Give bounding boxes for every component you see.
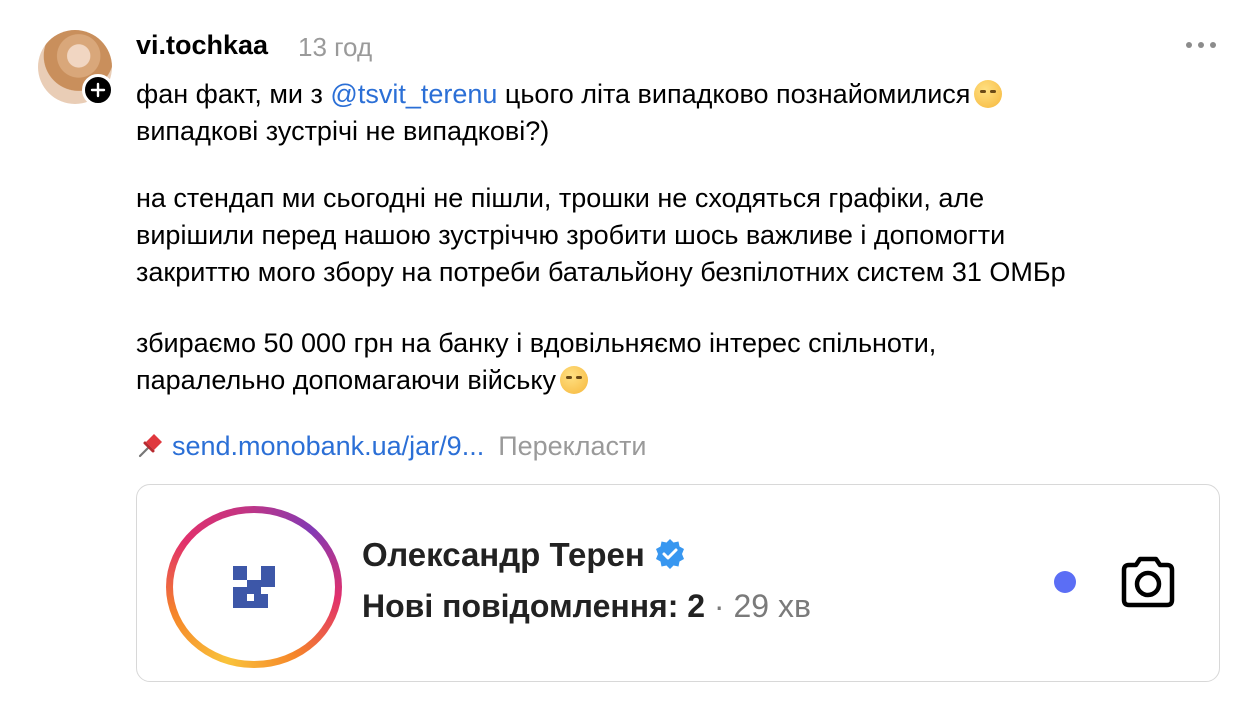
monobank-link[interactable]: send.monobank.ua/jar/9... (172, 431, 484, 461)
camera-icon[interactable] (1116, 550, 1180, 614)
paragraph-text: цього літа випадково познайомилися (497, 79, 971, 109)
plus-icon (90, 82, 106, 98)
translate-button[interactable]: Перекласти (498, 431, 646, 461)
card-name-text: Олександр Терен (362, 536, 645, 573)
paragraph-text: на стендап ми сьогодні не пішли, трошки … (136, 183, 985, 213)
paragraph-text: вирішили перед нашою зустріччю зробити ш… (136, 220, 1006, 250)
story-ring[interactable] (166, 506, 342, 668)
verified-badge-icon (655, 539, 684, 569)
post-time: 13 год (298, 32, 373, 62)
post-paragraph-2: на стендап ми сьогодні не пішли, трошки … (136, 180, 1066, 291)
link-row: send.monobank.ua/jar/9... Перекласти (136, 428, 647, 465)
paragraph-text: закриттю мого збору на потреби батальйон… (136, 257, 1066, 287)
pushpin-icon (138, 434, 162, 458)
follow-button[interactable] (82, 74, 114, 106)
new-messages-label: Нові повідомлення: 2 (362, 588, 706, 624)
paragraph-text: збираємо 50 000 грн на банку і вдовільня… (136, 328, 937, 358)
paragraph-text: фан факт, ми з (136, 79, 331, 109)
card-title: Олександр Терен (362, 536, 687, 574)
author-avatar-container[interactable] (38, 30, 114, 106)
more-options-button[interactable] (1186, 40, 1216, 50)
card-subtitle: Нові повідомлення: 2 · 29 хв (362, 588, 811, 625)
post-paragraph-1: фан факт, ми з @tsvit_terenu цього літа … (136, 76, 1003, 150)
pixel-logo-icon (233, 566, 275, 608)
emoji-icon (974, 80, 1003, 108)
separator: · (705, 588, 734, 624)
post-paragraph-3: збираємо 50 000 грн на банку і вдовільня… (136, 325, 936, 399)
more-dots-icon (1186, 42, 1192, 48)
paragraph-text: паралельно допомагаючи війську (136, 365, 556, 395)
username[interactable]: vi.tochkaa (136, 30, 268, 61)
mention-link[interactable]: @tsvit_terenu (330, 79, 497, 109)
more-dots-icon (1198, 42, 1204, 48)
emoji-icon (559, 366, 588, 394)
paragraph-text: випадкові зустрічі не випадкові?) (136, 116, 550, 146)
unread-indicator (1054, 571, 1076, 593)
message-age: 29 хв (733, 588, 811, 624)
card-avatar (173, 513, 335, 661)
more-dots-icon (1210, 42, 1216, 48)
